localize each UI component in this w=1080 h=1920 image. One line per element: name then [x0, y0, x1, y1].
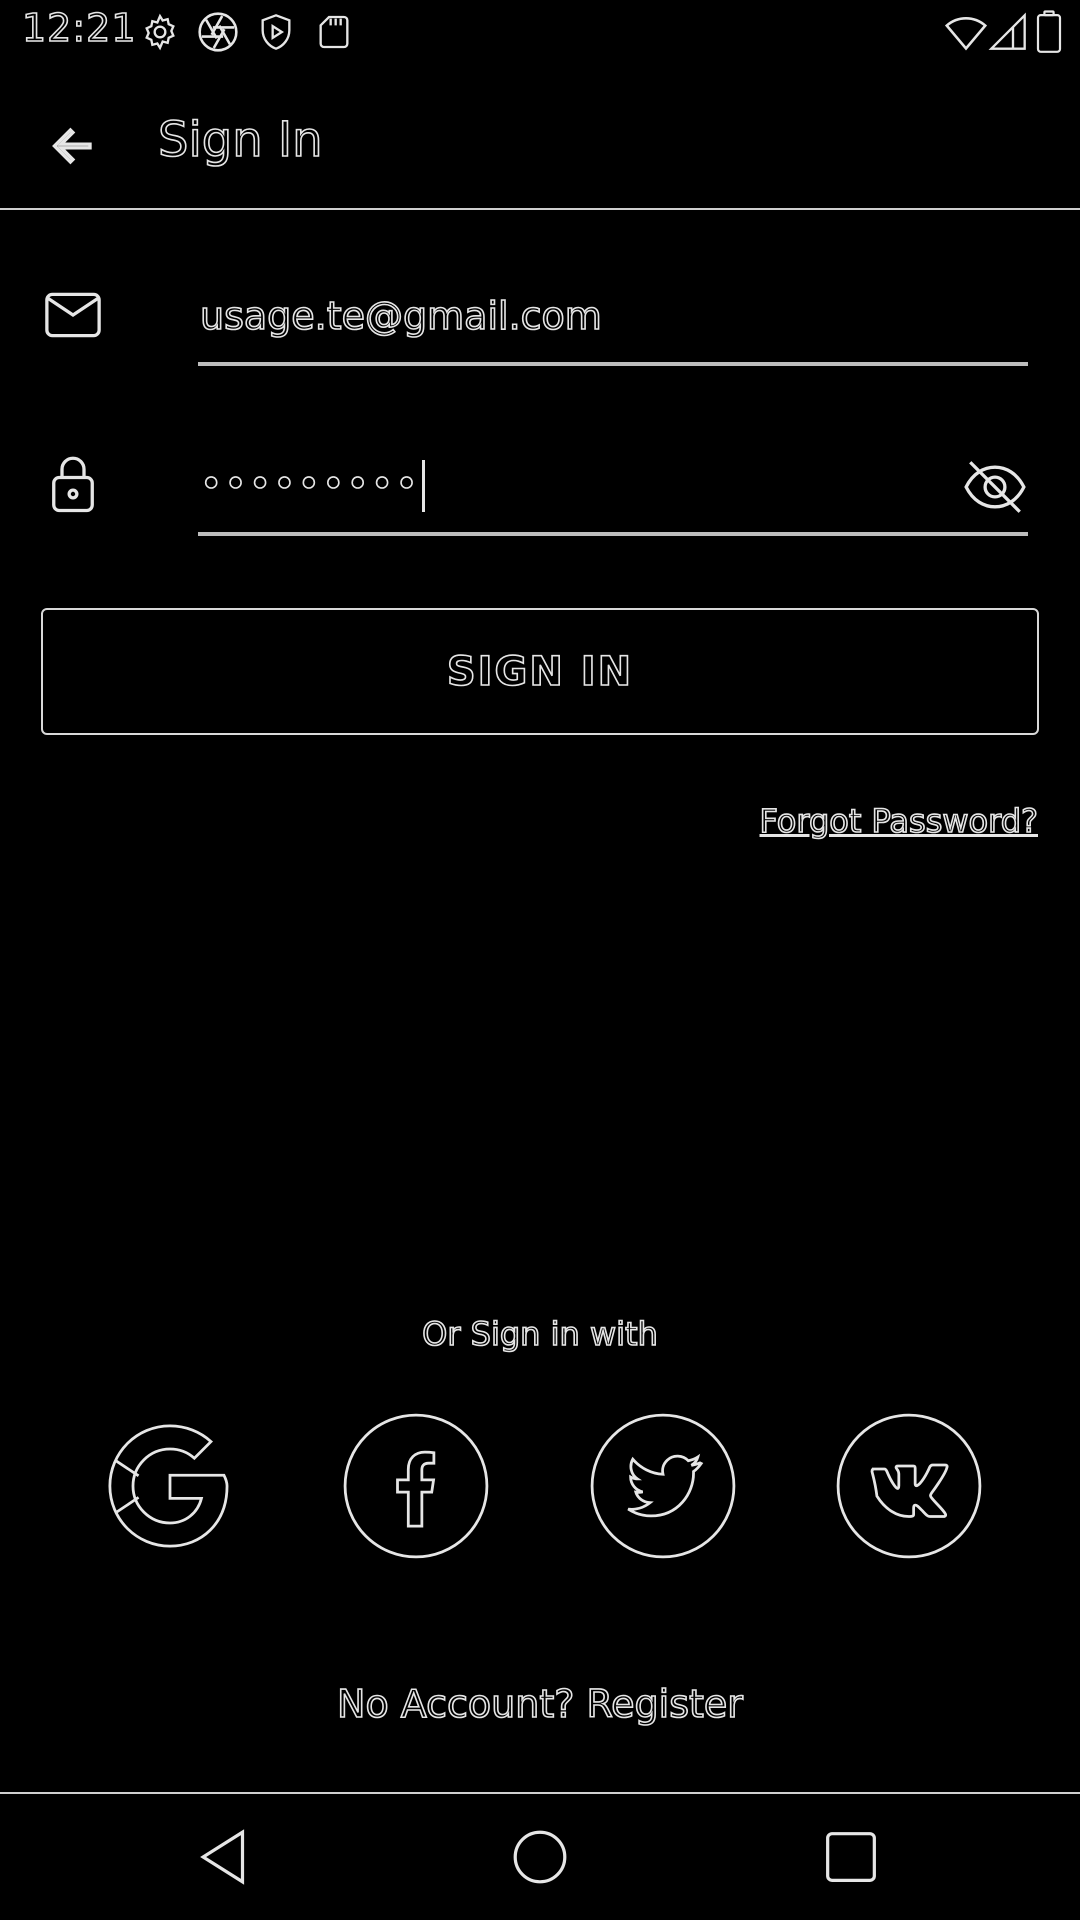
- app-bar: Sign In: [0, 62, 1080, 210]
- sign-in-screen: 12:21 Sign In usage.te@gmail.com •••••••…: [0, 0, 1080, 1920]
- google-icon[interactable]: [96, 1412, 244, 1560]
- navigation-bar: [0, 1792, 1080, 1920]
- aperture-icon: [196, 10, 240, 54]
- password-field[interactable]: •••••••••: [198, 446, 1028, 536]
- password-dots: •••••••••: [199, 461, 420, 507]
- page-title: Sign In: [157, 111, 323, 169]
- text-caret: [421, 460, 425, 512]
- sign-in-button[interactable]: SIGN IN: [41, 608, 1039, 735]
- password-value: •••••••••: [199, 460, 425, 512]
- email-value: usage.te@gmail.com: [199, 293, 602, 339]
- vk-icon[interactable]: [835, 1412, 983, 1560]
- sign-in-button-label: SIGN IN: [446, 648, 634, 696]
- register-link[interactable]: No Account? Register: [0, 1681, 1080, 1727]
- mail-icon: [40, 282, 106, 348]
- lock-icon: [40, 450, 106, 516]
- email-field[interactable]: usage.te@gmail.com: [198, 282, 1028, 366]
- back-button[interactable]: [30, 104, 114, 188]
- wifi-icon: [944, 10, 988, 54]
- signal-icon: [988, 11, 1028, 53]
- sd-card-icon: [314, 12, 354, 52]
- or-sign-in-label: Or Sign in with: [421, 1314, 658, 1354]
- settings-icon: [140, 12, 180, 52]
- battery-icon: [1036, 10, 1062, 54]
- twitter-icon[interactable]: [589, 1412, 737, 1560]
- shield-play-icon: [256, 12, 296, 52]
- nav-home-icon[interactable]: [505, 1822, 575, 1892]
- eye-off-icon[interactable]: [962, 454, 1028, 520]
- arrow-left-icon: [52, 127, 92, 165]
- status-time: 12:21: [21, 5, 137, 51]
- nav-recents-icon[interactable]: [816, 1822, 886, 1892]
- status-bar: 12:21: [0, 0, 1080, 62]
- facebook-icon[interactable]: [342, 1412, 490, 1560]
- nav-back-icon[interactable]: [190, 1822, 260, 1892]
- forgot-password-link[interactable]: Forgot Password?: [759, 801, 1039, 841]
